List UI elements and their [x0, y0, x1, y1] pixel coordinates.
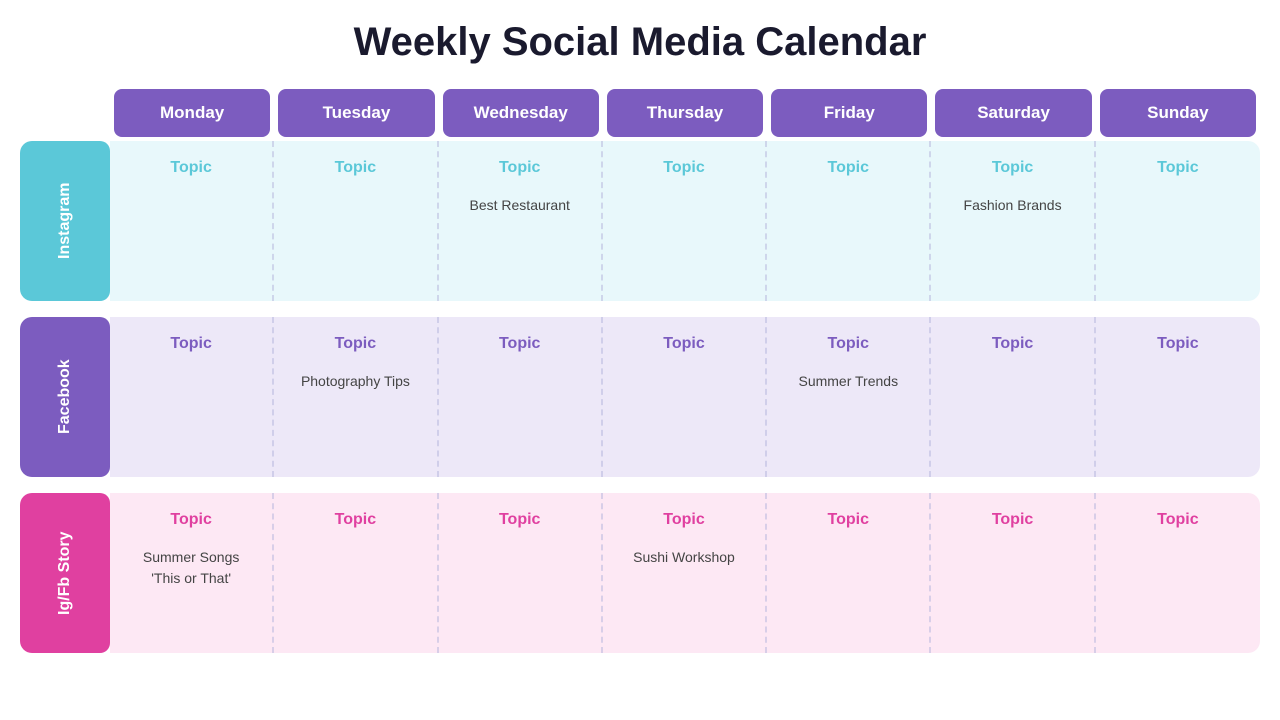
header-spacer	[20, 89, 110, 137]
cell-igfb-thursday[interactable]: Topic Sushi Workshop	[603, 493, 767, 653]
cell-facebook-sunday[interactable]: Topic	[1096, 317, 1260, 477]
section-row-facebook: FacebookTopicTopicPhotography TipsTopicT…	[20, 317, 1260, 477]
day-header-monday: Monday	[114, 89, 270, 137]
header-row: MondayTuesdayWednesdayThursdayFridaySatu…	[20, 89, 1260, 137]
cell-content: Summer Trends	[798, 371, 898, 392]
cell-igfb-monday[interactable]: Topic Summer Songs 'This or That'	[110, 493, 274, 653]
cell-facebook-tuesday[interactable]: Topic Photography Tips	[274, 317, 438, 477]
cell-facebook-saturday[interactable]: Topic	[931, 317, 1095, 477]
cell-content: Summer Songs 'This or That'	[143, 547, 239, 589]
day-header-friday: Friday	[771, 89, 927, 137]
cell-content: Sushi Workshop	[633, 547, 735, 568]
cell-topic: Topic	[828, 335, 869, 353]
cell-topic: Topic	[170, 335, 211, 353]
calendar-container: MondayTuesdayWednesdayThursdayFridaySatu…	[20, 89, 1260, 653]
day-header-sunday: Sunday	[1100, 89, 1256, 137]
section-row-igfb: Ig/Fb Story Topic Summer Songs 'This or Th…	[20, 493, 1260, 653]
cell-topic: Topic	[1157, 335, 1198, 353]
cell-facebook-thursday[interactable]: Topic	[603, 317, 767, 477]
section-bg-instagram: TopicTopicTopicBest RestaurantTopicTopic…	[110, 141, 1260, 301]
cell-instagram-sunday[interactable]: Topic	[1096, 141, 1260, 301]
cell-topic: Topic	[170, 159, 211, 177]
cell-topic: Topic	[992, 159, 1033, 177]
cell-topic: Topic	[335, 511, 376, 529]
cell-igfb-sunday[interactable]: Topic	[1096, 493, 1260, 653]
cell-instagram-thursday[interactable]: Topic	[603, 141, 767, 301]
section-row-instagram: InstagramTopicTopicTopicBest RestaurantT…	[20, 141, 1260, 301]
cell-topic: Topic	[663, 159, 704, 177]
cell-topic: Topic	[170, 511, 211, 529]
section-bg-facebook: TopicTopicPhotography TipsTopicTopicTopi…	[110, 317, 1260, 477]
cell-topic: Topic	[992, 335, 1033, 353]
cell-facebook-monday[interactable]: Topic	[110, 317, 274, 477]
cell-topic: Topic	[1157, 511, 1198, 529]
cell-topic: Topic	[335, 159, 376, 177]
cell-igfb-tuesday[interactable]: Topic	[274, 493, 438, 653]
cell-instagram-friday[interactable]: Topic	[767, 141, 931, 301]
calendar-sections: InstagramTopicTopicTopicBest RestaurantT…	[20, 141, 1260, 653]
section-label-igfb: Ig/Fb Story	[20, 493, 110, 653]
cell-content: Fashion Brands	[964, 195, 1062, 216]
day-header-thursday: Thursday	[607, 89, 763, 137]
section-label-instagram: Instagram	[20, 141, 110, 301]
cell-facebook-wednesday[interactable]: Topic	[439, 317, 603, 477]
cell-igfb-saturday[interactable]: Topic	[931, 493, 1095, 653]
cell-topic: Topic	[663, 335, 704, 353]
day-header-wednesday: Wednesday	[443, 89, 599, 137]
day-header-tuesday: Tuesday	[278, 89, 434, 137]
cell-topic: Topic	[335, 335, 376, 353]
cell-instagram-saturday[interactable]: Topic Fashion Brands	[931, 141, 1095, 301]
cell-topic: Topic	[499, 159, 540, 177]
cell-instagram-monday[interactable]: Topic	[110, 141, 274, 301]
section-label-facebook: Facebook	[20, 317, 110, 477]
cell-topic: Topic	[499, 511, 540, 529]
cell-igfb-friday[interactable]: Topic	[767, 493, 931, 653]
cell-topic: Topic	[992, 511, 1033, 529]
cell-content: Photography Tips	[301, 371, 410, 392]
page-title: Weekly Social Media Calendar	[354, 20, 927, 65]
cell-content: Best Restaurant	[470, 195, 570, 216]
cell-topic: Topic	[828, 511, 869, 529]
cell-topic: Topic	[499, 335, 540, 353]
section-bg-igfb: TopicSummer Songs 'This or That'TopicTop…	[110, 493, 1260, 653]
cell-topic: Topic	[663, 511, 704, 529]
cell-igfb-wednesday[interactable]: Topic	[439, 493, 603, 653]
cell-instagram-tuesday[interactable]: Topic	[274, 141, 438, 301]
cell-topic: Topic	[1157, 159, 1198, 177]
day-header-saturday: Saturday	[935, 89, 1091, 137]
cell-facebook-friday[interactable]: Topic Summer Trends	[767, 317, 931, 477]
cell-topic: Topic	[828, 159, 869, 177]
cell-instagram-wednesday[interactable]: Topic Best Restaurant	[439, 141, 603, 301]
